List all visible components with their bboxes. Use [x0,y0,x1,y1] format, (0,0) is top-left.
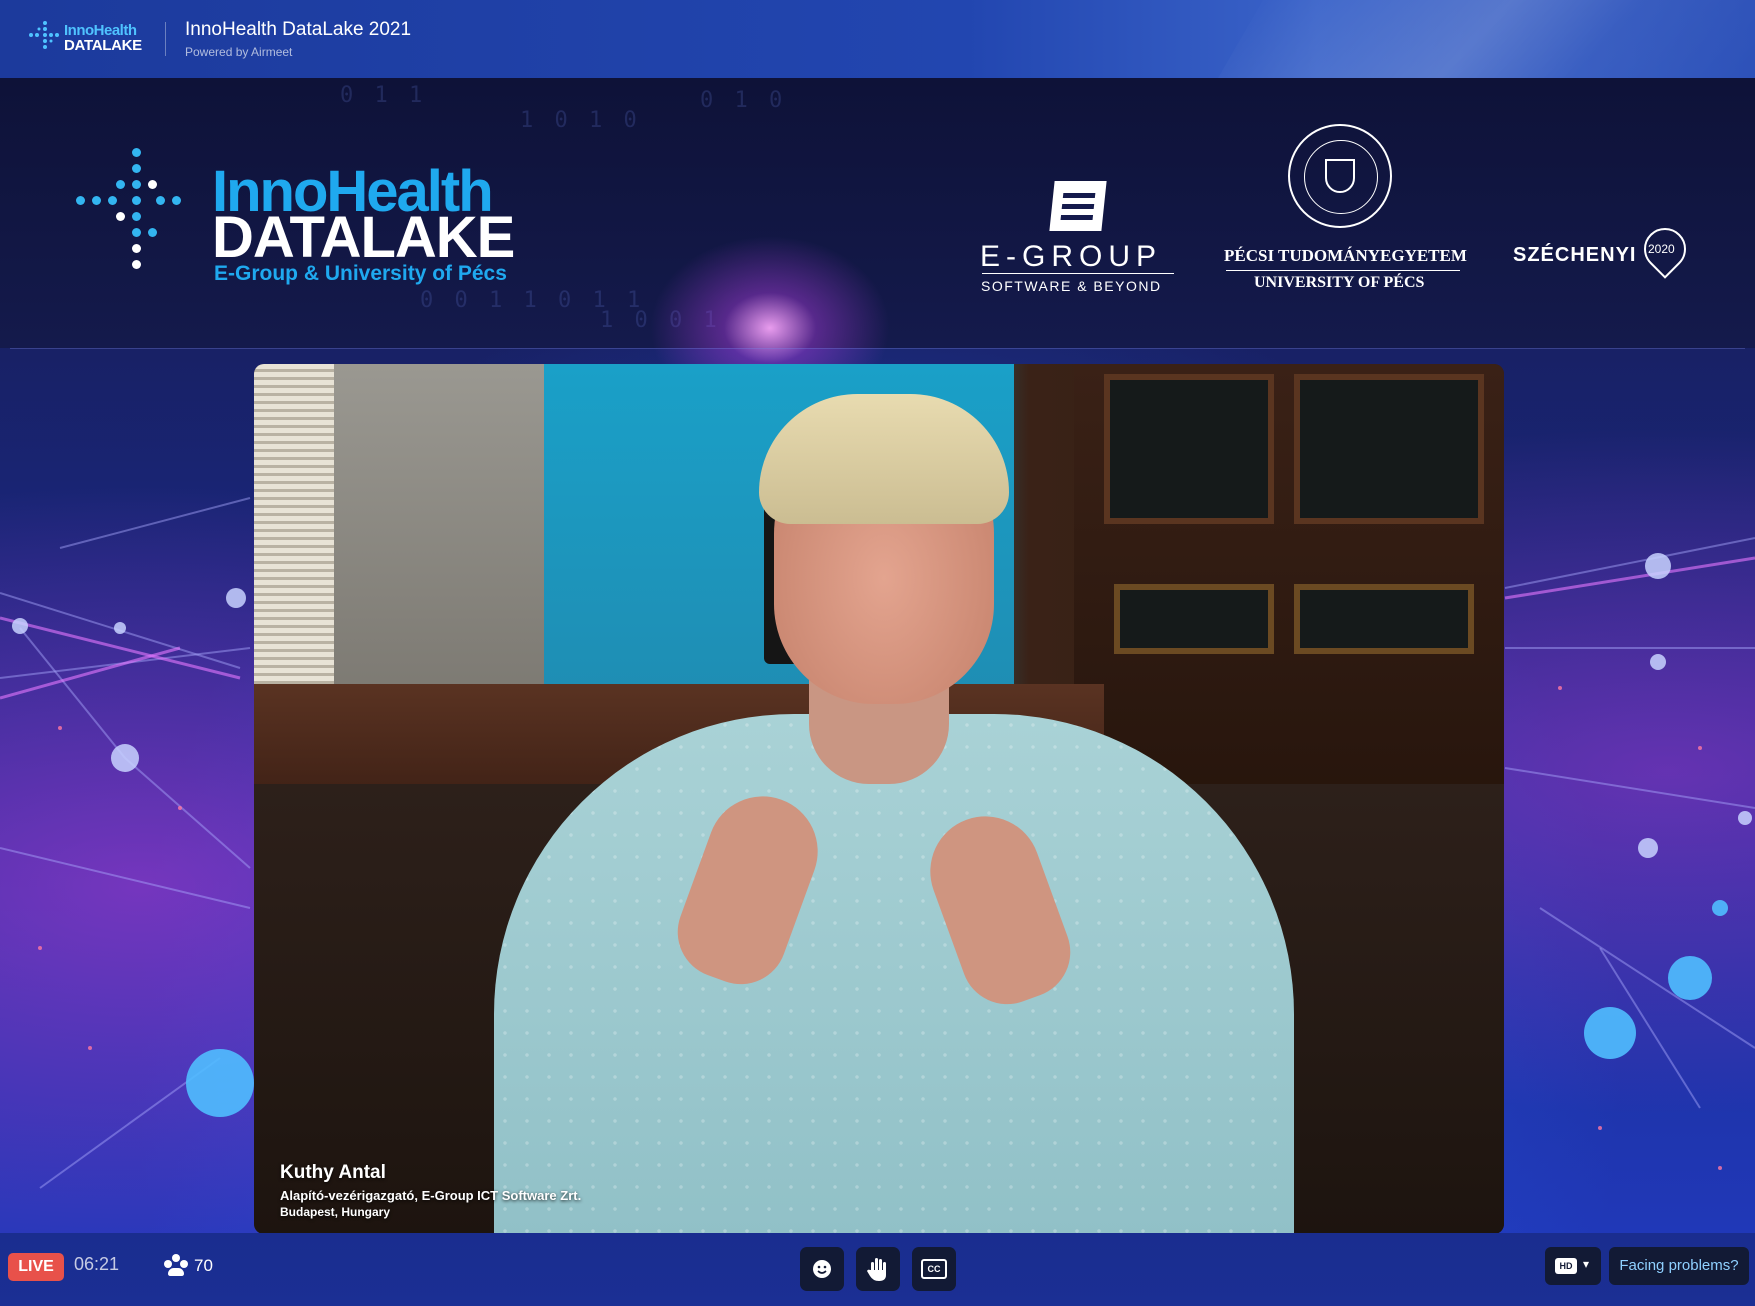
people-icon[interactable] [162,1254,190,1278]
speaker-name: Kuthy Antal [280,1162,386,1183]
event-logo-small[interactable]: InnoHealth DATALAKE [28,20,148,56]
top-bar: InnoHealth DATALAKE InnoHealth DataLake … [0,0,1755,78]
stage: 0 1 1 1 0 1 0 0 1 0 0 0 1 1 0 1 1 1 0 0 … [0,78,1755,1233]
szechenyi-name: SZÉCHENYI [1513,244,1637,266]
event-banner: 0 1 1 1 0 1 0 0 1 0 0 0 1 1 0 1 1 1 0 0 … [0,78,1755,428]
cc-icon: CC [921,1259,947,1279]
powered-by: Powered by Airmeet [185,45,293,59]
elapsed-time: 06:21 [74,1254,120,1274]
university-seal-icon [1288,124,1392,228]
university-name-hu: PÉCSI TUDOMÁNYEGYETEM [1224,246,1467,265]
banner-divider [10,348,1745,349]
raise-hand-button[interactable] [856,1247,900,1291]
facing-problems-button[interactable]: Facing problems? [1609,1247,1749,1285]
emoji-icon [813,1260,831,1278]
banner-logo-line2: DATALAKE [212,205,515,270]
speaker-video[interactable]: Kuthy Antal Alapító-vezérigazgató, E-Gro… [254,364,1504,1233]
chevron-down-icon: ▾ [1583,1257,1590,1271]
video-wall [334,364,544,724]
emoji-button[interactable] [800,1247,844,1291]
captions-button[interactable]: CC [912,1247,956,1291]
egroup-name: E-GROUP [980,240,1163,273]
attendee-count[interactable]: 70 [194,1256,213,1276]
bottom-bar: LIVE 06:21 70 CC HD ▾ Facing problems? [0,1233,1755,1306]
banner-logo-tagline: E-Group & University of Pécs [214,262,507,285]
video-speaker-shirt [494,714,1294,1233]
egroup-tagline: SOFTWARE & BEYOND [981,278,1162,294]
egroup-rule [982,273,1174,274]
university-name-en: UNIVERSITY OF PÉCS [1254,274,1425,291]
speaker-location: Budapest, Hungary [280,1205,391,1219]
top-bar-sheen [1199,0,1755,78]
hd-label: HD [1555,1258,1577,1274]
hand-icon [867,1258,886,1281]
szechenyi-year: 2020 [1648,242,1675,256]
logo-cross-icon [29,21,59,49]
live-badge: LIVE [8,1253,64,1281]
header-divider [165,22,166,56]
egroup-logo-icon [1049,181,1107,231]
speaker-lower-third: Kuthy Antal Alapító-vezérigazgató, E-Gro… [280,1162,581,1219]
video-window-blinds [254,364,334,694]
event-title: InnoHealth DataLake 2021 [185,19,412,40]
logo-small-line2: DATALAKE [64,37,142,54]
logo-cross-icon-large [76,148,196,278]
university-rule [1226,270,1460,271]
speaker-role: Alapító-vezérigazgató, E-Group ICT Softw… [280,1188,582,1203]
quality-selector[interactable]: HD ▾ [1545,1247,1601,1285]
